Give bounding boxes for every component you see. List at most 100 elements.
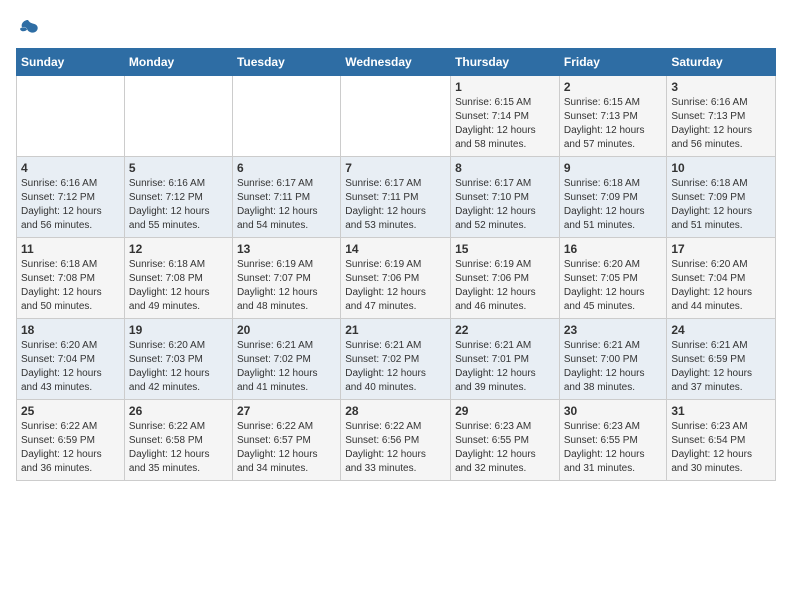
calendar-cell: 19 Sunrise: 6:20 AM Sunset: 7:03 PM Dayli… bbox=[124, 319, 232, 400]
day-info: Sunrise: 6:19 AM Sunset: 7:06 PM Dayligh… bbox=[345, 258, 446, 314]
day-number: 7 bbox=[345, 161, 446, 175]
day-number: 15 bbox=[455, 242, 555, 256]
calendar-cell: 26Sunrise: 6:22 AM Sunset: 6:58 PM Dayli… bbox=[124, 400, 232, 481]
day-number: 3 bbox=[671, 80, 771, 94]
day-number: 16 bbox=[564, 242, 663, 256]
day-of-week-header: Wednesday bbox=[341, 49, 451, 76]
day-info: Sunrise: 6:20 AM Sunset: 7:04 PM Dayligh… bbox=[21, 339, 120, 395]
calendar-table: SundayMondayTuesdayWednesdayThursdayFrid… bbox=[16, 48, 776, 481]
calendar-week-row: 1Sunrise: 6:15 AM Sunset: 7:14 PM Daylig… bbox=[17, 76, 776, 157]
calendar-cell: 5 Sunrise: 6:16 AM Sunset: 7:12 PM Daylig… bbox=[124, 157, 232, 238]
day-of-week-header: Saturday bbox=[667, 49, 776, 76]
day-info: Sunrise: 6:22 AM Sunset: 6:59 PM Dayligh… bbox=[21, 420, 120, 476]
logo-bird-icon bbox=[16, 16, 40, 40]
day-number: 30 bbox=[564, 404, 663, 418]
calendar-cell: 29Sunrise: 6:23 AM Sunset: 6:55 PM Dayli… bbox=[451, 400, 560, 481]
day-info: Sunrise: 6:21 AM Sunset: 7:02 PM Dayligh… bbox=[345, 339, 446, 395]
day-info: Sunrise: 6:17 AM Sunset: 7:11 PM Dayligh… bbox=[237, 177, 336, 233]
calendar-cell: 2 Sunrise: 6:15 AM Sunset: 7:13 PM Daylig… bbox=[559, 76, 667, 157]
day-number: 25 bbox=[21, 404, 120, 418]
day-number: 31 bbox=[671, 404, 771, 418]
day-number: 28 bbox=[345, 404, 446, 418]
day-info: Sunrise: 6:17 AM Sunset: 7:10 PM Dayligh… bbox=[455, 177, 555, 233]
day-info: Sunrise: 6:17 AM Sunset: 7:11 PM Dayligh… bbox=[345, 177, 446, 233]
day-number: 2 bbox=[564, 80, 663, 94]
calendar-week-row: 18Sunrise: 6:20 AM Sunset: 7:04 PM Dayli… bbox=[17, 319, 776, 400]
day-info: Sunrise: 6:21 AM Sunset: 6:59 PM Dayligh… bbox=[671, 339, 771, 395]
day-info: Sunrise: 6:20 AM Sunset: 7:03 PM Dayligh… bbox=[129, 339, 228, 395]
day-info: Sunrise: 6:16 AM Sunset: 7:13 PM Dayligh… bbox=[671, 96, 771, 152]
day-number: 11 bbox=[21, 242, 120, 256]
day-of-week-header: Sunday bbox=[17, 49, 125, 76]
day-number: 17 bbox=[671, 242, 771, 256]
calendar-cell bbox=[341, 76, 451, 157]
day-info: Sunrise: 6:21 AM Sunset: 7:01 PM Dayligh… bbox=[455, 339, 555, 395]
day-of-week-header: Monday bbox=[124, 49, 232, 76]
day-info: Sunrise: 6:23 AM Sunset: 6:55 PM Dayligh… bbox=[455, 420, 555, 476]
day-info: Sunrise: 6:18 AM Sunset: 7:08 PM Dayligh… bbox=[129, 258, 228, 314]
day-of-week-header: Thursday bbox=[451, 49, 560, 76]
day-number: 6 bbox=[237, 161, 336, 175]
day-number: 8 bbox=[455, 161, 555, 175]
calendar-cell: 15 Sunrise: 6:19 AM Sunset: 7:06 PM Dayli… bbox=[451, 238, 560, 319]
day-info: Sunrise: 6:19 AM Sunset: 7:07 PM Dayligh… bbox=[237, 258, 336, 314]
calendar-cell: 27 Sunrise: 6:22 AM Sunset: 6:57 PM Dayli… bbox=[232, 400, 340, 481]
day-number: 22 bbox=[455, 323, 555, 337]
calendar-cell: 6 Sunrise: 6:17 AM Sunset: 7:11 PM Daylig… bbox=[232, 157, 340, 238]
day-number: 12 bbox=[129, 242, 228, 256]
day-info: Sunrise: 6:23 AM Sunset: 6:55 PM Dayligh… bbox=[564, 420, 663, 476]
day-number: 5 bbox=[129, 161, 228, 175]
calendar-cell: 30 Sunrise: 6:23 AM Sunset: 6:55 PM Dayli… bbox=[559, 400, 667, 481]
calendar-cell: 13 Sunrise: 6:19 AM Sunset: 7:07 PM Dayli… bbox=[232, 238, 340, 319]
day-info: Sunrise: 6:15 AM Sunset: 7:13 PM Dayligh… bbox=[564, 96, 663, 152]
day-number: 19 bbox=[129, 323, 228, 337]
day-info: Sunrise: 6:18 AM Sunset: 7:09 PM Dayligh… bbox=[564, 177, 663, 233]
day-info: Sunrise: 6:22 AM Sunset: 6:58 PM Dayligh… bbox=[129, 420, 228, 476]
day-number: 9 bbox=[564, 161, 663, 175]
calendar-cell bbox=[17, 76, 125, 157]
day-number: 24 bbox=[671, 323, 771, 337]
calendar-header-row: SundayMondayTuesdayWednesdayThursdayFrid… bbox=[17, 49, 776, 76]
calendar-cell bbox=[232, 76, 340, 157]
calendar-cell: 25 Sunrise: 6:22 AM Sunset: 6:59 PM Dayli… bbox=[17, 400, 125, 481]
calendar-cell: 3 Sunrise: 6:16 AM Sunset: 7:13 PM Daylig… bbox=[667, 76, 776, 157]
day-info: Sunrise: 6:19 AM Sunset: 7:06 PM Dayligh… bbox=[455, 258, 555, 314]
day-number: 23 bbox=[564, 323, 663, 337]
day-info: Sunrise: 6:16 AM Sunset: 7:12 PM Dayligh… bbox=[129, 177, 228, 233]
day-number: 10 bbox=[671, 161, 771, 175]
calendar-cell: 22 Sunrise: 6:21 AM Sunset: 7:01 PM Dayli… bbox=[451, 319, 560, 400]
calendar-cell: 18Sunrise: 6:20 AM Sunset: 7:04 PM Dayli… bbox=[17, 319, 125, 400]
calendar-cell: 24 Sunrise: 6:21 AM Sunset: 6:59 PM Dayli… bbox=[667, 319, 776, 400]
day-number: 27 bbox=[237, 404, 336, 418]
day-info: Sunrise: 6:18 AM Sunset: 7:09 PM Dayligh… bbox=[671, 177, 771, 233]
day-info: Sunrise: 6:21 AM Sunset: 7:00 PM Dayligh… bbox=[564, 339, 663, 395]
day-info: Sunrise: 6:20 AM Sunset: 7:04 PM Dayligh… bbox=[671, 258, 771, 314]
day-number: 14 bbox=[345, 242, 446, 256]
calendar-cell: 4 Sunrise: 6:16 AM Sunset: 7:12 PM Daylig… bbox=[17, 157, 125, 238]
calendar-cell: 10 Sunrise: 6:18 AM Sunset: 7:09 PM Dayli… bbox=[667, 157, 776, 238]
calendar-cell: 7 Sunrise: 6:17 AM Sunset: 7:11 PM Daylig… bbox=[341, 157, 451, 238]
calendar-cell: 1Sunrise: 6:15 AM Sunset: 7:14 PM Daylig… bbox=[451, 76, 560, 157]
day-info: Sunrise: 6:21 AM Sunset: 7:02 PM Dayligh… bbox=[237, 339, 336, 395]
page-header bbox=[16, 16, 776, 40]
day-info: Sunrise: 6:23 AM Sunset: 6:54 PM Dayligh… bbox=[671, 420, 771, 476]
calendar-cell: 12 Sunrise: 6:18 AM Sunset: 7:08 PM Dayli… bbox=[124, 238, 232, 319]
logo bbox=[16, 16, 44, 40]
calendar-cell: 31 Sunrise: 6:23 AM Sunset: 6:54 PM Dayli… bbox=[667, 400, 776, 481]
calendar-cell: 28 Sunrise: 6:22 AM Sunset: 6:56 PM Dayli… bbox=[341, 400, 451, 481]
calendar-cell: 17 Sunrise: 6:20 AM Sunset: 7:04 PM Dayli… bbox=[667, 238, 776, 319]
day-number: 1 bbox=[455, 80, 555, 94]
day-info: Sunrise: 6:16 AM Sunset: 7:12 PM Dayligh… bbox=[21, 177, 120, 233]
calendar-cell: 16 Sunrise: 6:20 AM Sunset: 7:05 PM Dayli… bbox=[559, 238, 667, 319]
calendar-cell: 23 Sunrise: 6:21 AM Sunset: 7:00 PM Dayli… bbox=[559, 319, 667, 400]
day-info: Sunrise: 6:22 AM Sunset: 6:56 PM Dayligh… bbox=[345, 420, 446, 476]
calendar-cell: 21Sunrise: 6:21 AM Sunset: 7:02 PM Dayli… bbox=[341, 319, 451, 400]
day-number: 13 bbox=[237, 242, 336, 256]
calendar-cell bbox=[124, 76, 232, 157]
calendar-week-row: 25 Sunrise: 6:22 AM Sunset: 6:59 PM Dayli… bbox=[17, 400, 776, 481]
day-info: Sunrise: 6:22 AM Sunset: 6:57 PM Dayligh… bbox=[237, 420, 336, 476]
calendar-week-row: 11 Sunrise: 6:18 AM Sunset: 7:08 PM Dayli… bbox=[17, 238, 776, 319]
calendar-cell: 9 Sunrise: 6:18 AM Sunset: 7:09 PM Daylig… bbox=[559, 157, 667, 238]
day-number: 4 bbox=[21, 161, 120, 175]
day-info: Sunrise: 6:20 AM Sunset: 7:05 PM Dayligh… bbox=[564, 258, 663, 314]
